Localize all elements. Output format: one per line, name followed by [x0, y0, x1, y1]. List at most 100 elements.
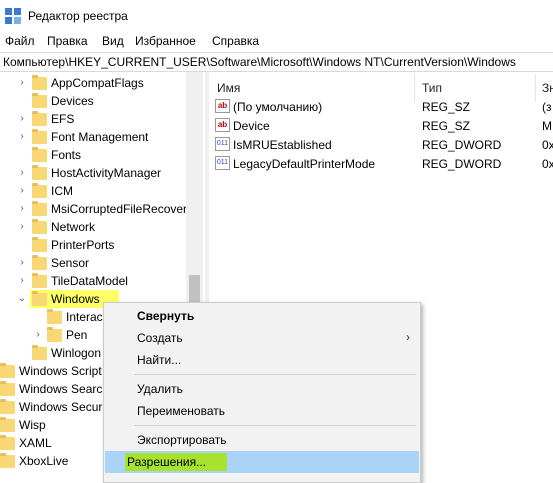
tree-item-msicorruptedfilerecovery[interactable]: › MsiCorruptedFileRecovery — [0, 200, 193, 218]
title-bar: Редактор реестра — [0, 0, 553, 31]
value-row[interactable]: ab (По умолчанию) REG_SZ (з — [209, 98, 553, 116]
tree-item-label: EFS — [51, 112, 75, 126]
folder-icon — [32, 273, 47, 288]
folder-icon — [32, 165, 47, 180]
tree-item-label: Wisp — [19, 418, 46, 432]
menu-view[interactable]: Вид — [102, 34, 124, 48]
folder-icon — [47, 309, 62, 324]
value-data: 0x — [542, 157, 553, 171]
column-header-name[interactable]: Имя — [217, 81, 240, 95]
chevron-right-icon[interactable]: › — [17, 78, 27, 88]
tree-item-label: Windows Script — [19, 364, 102, 378]
dword-value-icon: 011 — [215, 137, 230, 151]
address-path[interactable]: Компьютер\HKEY_CURRENT_USER\Software\Mic… — [3, 55, 516, 69]
value-type: REG_SZ — [422, 100, 471, 114]
tree-item-label: XAML — [19, 436, 52, 450]
chevron-right-icon[interactable]: › — [17, 186, 27, 196]
value-row[interactable]: ab Device REG_SZ M — [209, 117, 553, 135]
window-title: Редактор реестра — [28, 9, 128, 23]
value-type: REG_SZ — [422, 119, 471, 133]
tree-item-label: Windows Securi — [19, 400, 106, 414]
context-menu-collapse[interactable]: Свернуть — [104, 305, 420, 327]
tree-item-label: XboxLive — [19, 454, 69, 468]
tree-item-efs[interactable]: › EFS — [0, 110, 186, 128]
chevron-right-icon[interactable]: › — [17, 168, 27, 178]
tree-item-network[interactable]: › Network — [0, 218, 186, 236]
menu-separator — [134, 425, 416, 426]
value-row[interactable]: 011 LegacyDefaultPrinterMode REG_DWORD 0… — [209, 155, 553, 173]
menu-edit[interactable]: Правка — [47, 34, 88, 48]
menu-separator — [134, 374, 416, 375]
context-menu: Свернуть Создать › Найти... Удалить Пере… — [103, 302, 421, 483]
folder-icon — [32, 255, 47, 270]
menu-help[interactable]: Справка — [212, 34, 259, 48]
folder-icon — [32, 201, 47, 216]
tree-item-label: Sensor — [51, 256, 90, 270]
context-menu-label: Переименовать — [137, 404, 225, 418]
folder-icon — [32, 111, 47, 126]
value-row[interactable]: 011 IsMRUEstablished REG_DWORD 0x — [209, 136, 553, 154]
tree-item-label: TileDataModel — [51, 274, 128, 288]
chevron-right-icon[interactable]: › — [17, 204, 27, 214]
tree-item-label: ICM — [51, 184, 73, 198]
menu-bar: Файл Правка Вид Избранное Справка — [0, 31, 553, 52]
tree-item-fonts[interactable]: Fonts — [0, 146, 186, 164]
value-name: IsMRUEstablished — [233, 138, 332, 152]
tree-item-font-management[interactable]: › Font Management — [0, 128, 186, 146]
folder-icon — [32, 129, 47, 144]
tree-item-hostactivitymanager[interactable]: › HostActivityManager — [0, 164, 186, 182]
menu-file[interactable]: Файл — [5, 34, 35, 48]
chevron-right-icon[interactable]: › — [17, 258, 27, 268]
context-menu-delete[interactable]: Удалить — [104, 378, 420, 400]
column-header-data[interactable]: Зн — [542, 81, 553, 95]
menu-favorites[interactable]: Избранное — [135, 34, 196, 48]
folder-icon — [0, 381, 15, 396]
tree-item-label: Pen — [66, 328, 88, 342]
chevron-right-icon[interactable]: › — [33, 330, 43, 340]
value-name: LegacyDefaultPrinterMode — [233, 157, 376, 171]
context-menu-find[interactable]: Найти... — [104, 349, 420, 371]
tree-item-label: Interac — [66, 310, 103, 324]
tree-item-printerports[interactable]: PrinterPorts — [0, 236, 186, 254]
context-menu-label: Экспортировать — [137, 433, 227, 447]
string-value-icon: ab — [215, 99, 230, 113]
column-header-type[interactable]: Тип — [422, 81, 442, 95]
context-menu-new[interactable]: Создать › — [104, 327, 420, 349]
address-bar[interactable]: Компьютер\HKEY_CURRENT_USER\Software\Mic… — [0, 52, 553, 72]
tree-item-appcompatflags[interactable]: › AppCompatFlags — [0, 74, 186, 92]
folder-icon — [32, 219, 47, 234]
tree-item-label: Font Management — [51, 130, 149, 144]
tree-item-label: Devices — [51, 94, 94, 108]
folder-icon — [32, 75, 47, 90]
tree-item-sensor[interactable]: › Sensor — [0, 254, 186, 272]
context-menu-rename[interactable]: Переименовать — [104, 400, 420, 422]
tree-item-label: Fonts — [51, 148, 82, 162]
folder-open-icon — [32, 291, 47, 306]
tree-item-devices[interactable]: Devices — [0, 92, 186, 110]
chevron-right-icon[interactable]: › — [17, 132, 27, 142]
context-menu-label: Найти... — [137, 353, 182, 367]
value-name: (По умолчанию) — [233, 100, 323, 114]
chevron-right-icon[interactable]: › — [17, 276, 27, 286]
folder-icon — [0, 435, 15, 450]
chevron-right-icon[interactable]: › — [17, 114, 27, 124]
tree-item-icm[interactable]: › ICM — [0, 182, 186, 200]
tree-item-label: PrinterPorts — [51, 238, 115, 252]
folder-icon — [0, 417, 15, 432]
context-menu-label: Удалить — [137, 382, 183, 396]
context-menu-export[interactable]: Экспортировать — [104, 429, 420, 451]
context-menu-label: Создать — [137, 331, 183, 345]
context-menu-permissions[interactable]: Разрешения... — [105, 451, 419, 473]
tree-item-tiledatamodel[interactable]: › TileDataModel — [0, 272, 186, 290]
chevron-right-icon[interactable]: › — [17, 222, 27, 232]
chevron-down-icon[interactable]: ⌄ — [17, 294, 27, 304]
tree-item-label: Network — [51, 220, 96, 234]
tree-item-label: Windows — [51, 292, 100, 306]
value-name: Device — [233, 119, 270, 133]
folder-icon — [32, 147, 47, 162]
tree-item-label: HostActivityManager — [51, 166, 162, 180]
context-menu-label: Разрешения... — [127, 455, 207, 469]
folder-icon — [0, 363, 15, 378]
value-data: M — [542, 119, 552, 133]
folder-icon — [32, 183, 47, 198]
